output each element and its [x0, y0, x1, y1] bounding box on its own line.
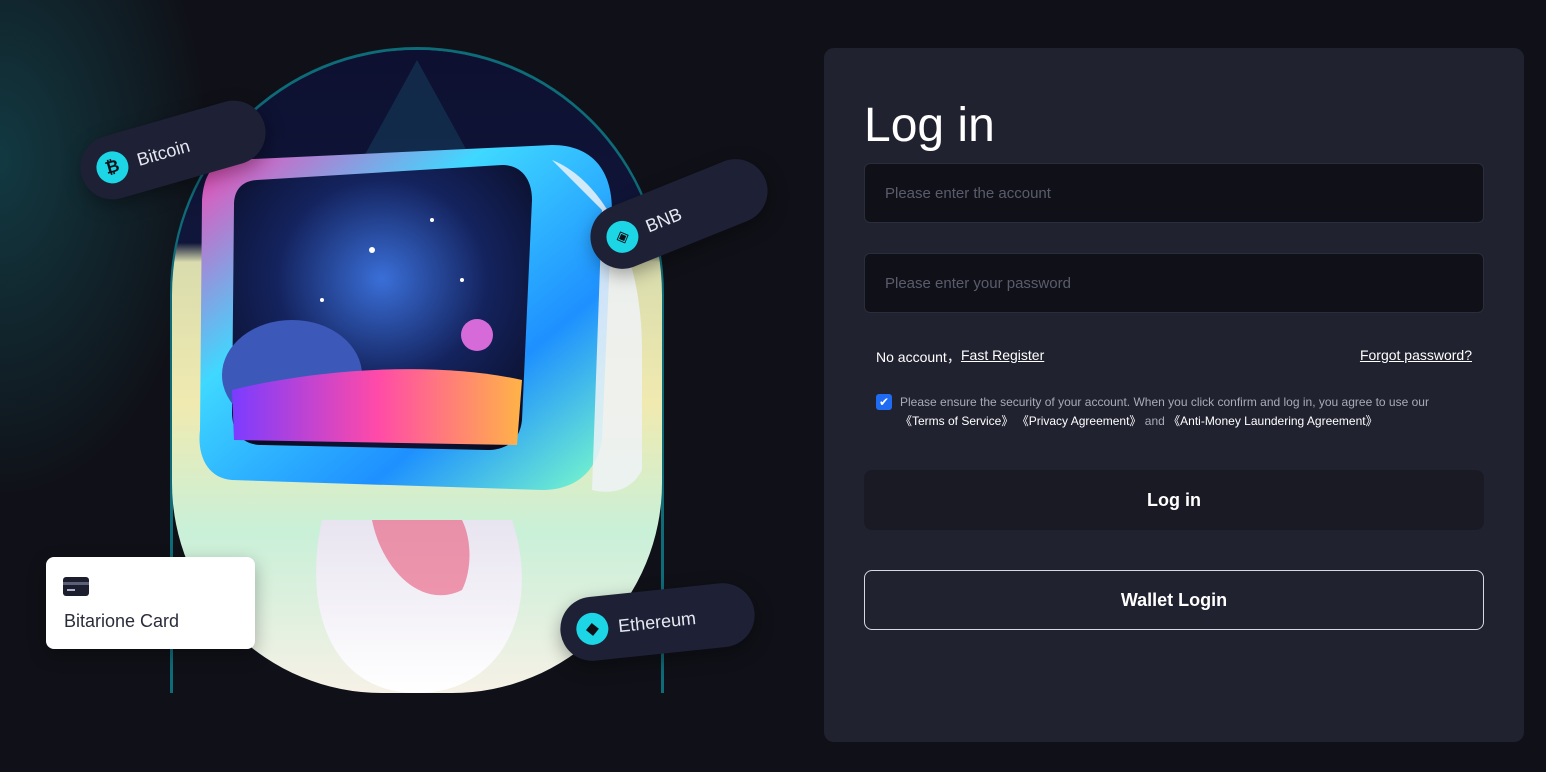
credit-card-icon: [63, 577, 89, 596]
wallet-login-button[interactable]: Wallet Login: [864, 570, 1484, 630]
account-input[interactable]: [864, 163, 1484, 223]
login-panel: Log in No account， Fast Register Forgot …: [824, 48, 1524, 742]
card-label: Bitarione Card: [64, 611, 180, 631]
password-input[interactable]: [864, 253, 1484, 313]
bitcoin-label: Bitcoin: [134, 135, 192, 170]
agreement-text: Please ensure the security of your accou…: [900, 395, 1429, 409]
checkmark-icon: ✔: [878, 395, 890, 409]
and-text: and: [1144, 414, 1165, 428]
ethereum-icon: ◆: [574, 611, 610, 647]
bnb-label: BNB: [642, 203, 685, 236]
login-button[interactable]: Log in: [864, 470, 1484, 530]
forgot-password-link[interactable]: Forgot password?: [1360, 347, 1472, 363]
agreement-checkbox[interactable]: ✔: [876, 394, 892, 410]
agreement-text-block: Please ensure the security of your accou…: [900, 393, 1460, 431]
aml-agreement-link[interactable]: 《Anti-Money Laundering Agreement》: [1168, 414, 1377, 428]
privacy-agreement-link[interactable]: 《Privacy Agreement》: [1017, 414, 1142, 428]
account-links: No account， Fast Register Forgot passwor…: [876, 347, 1472, 367]
ethereum-label: Ethereum: [617, 607, 697, 636]
fast-register-link[interactable]: Fast Register: [961, 347, 1044, 363]
terms-of-service-link[interactable]: 《Terms of Service》: [900, 414, 1013, 428]
bnb-icon: ◈: [601, 216, 644, 258]
page-title: Log in: [864, 99, 995, 152]
bitarione-card: Bitarione Card: [46, 557, 255, 649]
no-account-text: No account，: [876, 349, 961, 365]
hero-illustration: ₿ Bitcoin ◈ BNB ◆ Ethereum Bitarione Car…: [0, 0, 820, 772]
bitcoin-icon: ₿: [92, 147, 133, 188]
